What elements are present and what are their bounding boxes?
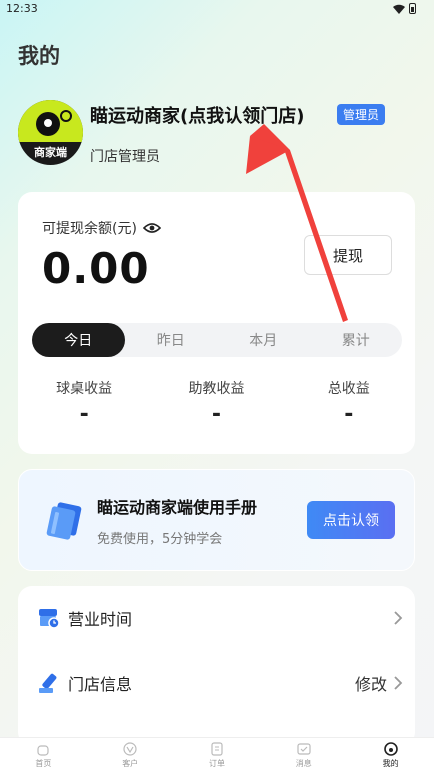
store-clock-icon	[39, 609, 60, 629]
withdraw-button[interactable]: 提现	[304, 235, 392, 275]
menu-item-store-info[interactable]: 门店信息 修改	[18, 651, 415, 715]
avatar-logo-text: 商家端	[34, 146, 67, 159]
profile-icon	[383, 741, 398, 756]
tab-this-month[interactable]: 本月	[217, 323, 310, 357]
message-icon	[297, 742, 311, 755]
chevron-right-icon	[394, 611, 403, 625]
tab-cumulative[interactable]: 累计	[310, 323, 403, 357]
home-icon	[37, 744, 49, 756]
profile-header[interactable]: 商家端 瞄运动商家(点我认领门店) 管理员 门店管理员	[18, 100, 418, 170]
customer-icon	[123, 741, 137, 756]
manual-subtitle: 免费使用，5分钟学会	[97, 532, 223, 547]
store-name[interactable]: 瞄运动商家(点我认领门店)	[90, 102, 304, 128]
menu-label: 营业时间	[68, 610, 133, 629]
manual-card[interactable]: 瞄运动商家端使用手册 免费使用，5分钟学会 点击认领	[18, 469, 415, 571]
tab-label: 订单	[208, 758, 225, 768]
tab-message[interactable]: 消息	[260, 738, 347, 772]
stat-value: -	[344, 402, 354, 427]
order-icon	[211, 741, 223, 756]
stat-label: 球桌收益	[56, 381, 113, 397]
tab-home[interactable]: 首页	[0, 738, 87, 772]
bottom-tabbar: 首页 客户 订单 消息 我的	[0, 737, 434, 772]
pen-icon	[39, 673, 57, 693]
tab-label: 客户	[122, 758, 139, 768]
chevron-right-icon	[394, 676, 403, 690]
balance-label-row: 可提现余额(元)	[42, 218, 161, 238]
book-icon	[46, 502, 82, 540]
stat-value: -	[211, 402, 222, 427]
menu-card: 营业时间 门店信息 修改	[18, 586, 415, 746]
cat-logo-icon	[60, 110, 72, 122]
eight-ball-icon	[36, 112, 60, 136]
tab-label: 首页	[35, 758, 52, 768]
avatar[interactable]: 商家端	[18, 100, 83, 165]
stat-total-income: 总收益 -	[283, 378, 415, 427]
status-time: 12:33	[6, 2, 38, 15]
tab-order[interactable]: 订单	[174, 738, 261, 772]
status-icons	[393, 3, 416, 14]
eye-icon[interactable]	[142, 222, 161, 234]
stat-label: 总收益	[327, 381, 370, 397]
stat-coach-income: 助教收益 -	[150, 378, 282, 427]
claim-button[interactable]: 点击认领	[307, 501, 395, 539]
battery-icon	[409, 3, 416, 14]
tab-today[interactable]: 今日	[32, 323, 125, 357]
menu-label: 门店信息	[68, 675, 133, 694]
menu-item-business-hours[interactable]: 营业时间	[18, 586, 415, 650]
status-bar: 12:33	[0, 0, 434, 18]
balance-card: 可提现余额(元) 0.00 提现 今日 昨日 本月 累计 球桌收益 - 助教收益…	[18, 192, 415, 454]
tab-label: 我的	[382, 758, 399, 768]
admin-badge: 管理员	[337, 104, 386, 125]
tab-yesterday[interactable]: 昨日	[125, 323, 218, 357]
stat-table-income: 球桌收益 -	[18, 378, 150, 427]
stat-value: -	[79, 402, 89, 427]
period-tabs: 今日 昨日 本月 累计	[32, 323, 402, 357]
tab-profile[interactable]: 我的	[347, 738, 434, 772]
stat-label: 助教收益	[188, 381, 245, 397]
tab-label: 消息	[295, 758, 312, 768]
menu-value: 修改	[354, 675, 387, 694]
income-stats: 球桌收益 - 助教收益 - 总收益 -	[18, 378, 415, 427]
manual-title: 瞄运动商家端使用手册	[97, 498, 258, 517]
balance-label: 可提现余额(元)	[42, 221, 137, 237]
page-title: 我的	[18, 44, 60, 68]
wifi-icon	[393, 4, 405, 14]
balance-amount: 0.00	[42, 244, 150, 293]
role-text: 门店管理员	[90, 149, 160, 165]
tab-customer[interactable]: 客户	[87, 738, 174, 772]
